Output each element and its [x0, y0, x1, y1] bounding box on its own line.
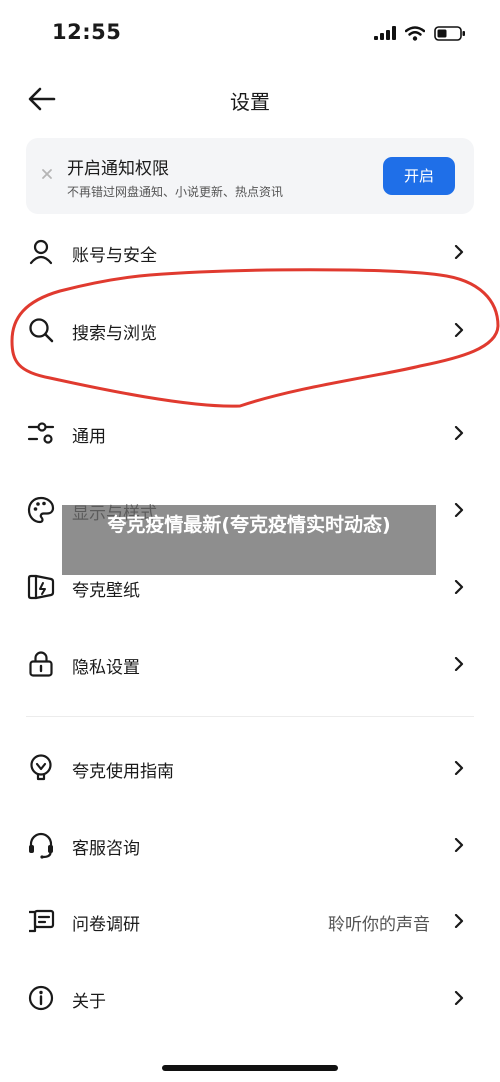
chevron-right-icon: [454, 580, 464, 594]
menu-item-label: 关于: [72, 992, 106, 1012]
menu-item-label: 夸克壁纸: [72, 581, 140, 601]
chevron-right-icon: [454, 426, 464, 440]
menu-item-search-browse[interactable]: 搜索与浏览: [0, 302, 500, 358]
person-icon: [29, 239, 53, 265]
nav-header: 设置: [0, 74, 500, 124]
chevron-right-icon: [454, 657, 464, 671]
banner-subtitle: 不再错过网盘通知、小说更新、热点资讯: [67, 185, 284, 199]
cellular-signal-icon: [374, 26, 396, 40]
survey-icon: [29, 909, 55, 933]
chevron-right-icon: [454, 503, 464, 517]
menu-item-label: 问卷调研: [72, 915, 140, 935]
sliders-icon: [27, 422, 55, 444]
menu-item-label: 账号与安全: [72, 246, 157, 266]
menu-item-label: 客服咨询: [72, 839, 140, 859]
notification-banner: 开启通知权限 不再错过网盘通知、小说更新、热点资讯 开启: [26, 138, 474, 214]
close-icon[interactable]: [40, 167, 54, 181]
status-icons: [374, 24, 466, 42]
section-divider: [26, 716, 474, 717]
wifi-icon: [405, 25, 425, 41]
search-icon: [29, 318, 54, 343]
page-title: 设置: [230, 90, 270, 114]
menu-item-label: 夸克使用指南: [72, 762, 174, 782]
home-indicator[interactable]: [162, 1065, 338, 1071]
chevron-right-icon: [454, 245, 464, 259]
headset-icon: [29, 832, 53, 859]
menu-item-customer-service[interactable]: 客服咨询: [0, 817, 500, 873]
menu-item-label: 通用: [72, 427, 106, 447]
chevron-right-icon: [454, 838, 464, 852]
chevron-right-icon: [454, 914, 464, 928]
menu-item-value: 聆听你的声音: [328, 915, 430, 935]
chevron-right-icon: [454, 761, 464, 775]
info-icon: [28, 985, 54, 1011]
palette-icon: [27, 496, 55, 524]
menu-item-general[interactable]: 通用: [0, 405, 500, 461]
menu-item-about[interactable]: 关于: [0, 970, 500, 1026]
banner-title: 开启通知权限: [67, 159, 169, 179]
enable-notifications-button[interactable]: 开启: [383, 157, 455, 195]
menu-item-privacy[interactable]: 隐私设置: [0, 636, 500, 692]
wallpaper-icon: [27, 574, 55, 600]
chevron-right-icon: [454, 991, 464, 1005]
status-time: 12:55: [52, 20, 122, 44]
menu-item-survey[interactable]: 问卷调研 聆听你的声音: [0, 893, 500, 949]
status-bar: 12:55: [0, 0, 500, 66]
lightbulb-icon: [30, 754, 52, 781]
battery-icon: [434, 25, 465, 41]
chevron-right-icon: [454, 323, 464, 337]
watermark-text: 夸克疫情最新(夸克疫情实时动态): [107, 514, 391, 536]
menu-item-user-guide[interactable]: 夸克使用指南: [0, 740, 500, 796]
menu-item-label: 搜索与浏览: [72, 324, 157, 344]
lock-icon: [29, 651, 53, 677]
menu-item-label: 隐私设置: [72, 658, 140, 678]
menu-item-account-security[interactable]: 账号与安全: [0, 224, 500, 280]
watermark-overlay: 夸克疫情最新(夸克疫情实时动态): [62, 505, 436, 575]
